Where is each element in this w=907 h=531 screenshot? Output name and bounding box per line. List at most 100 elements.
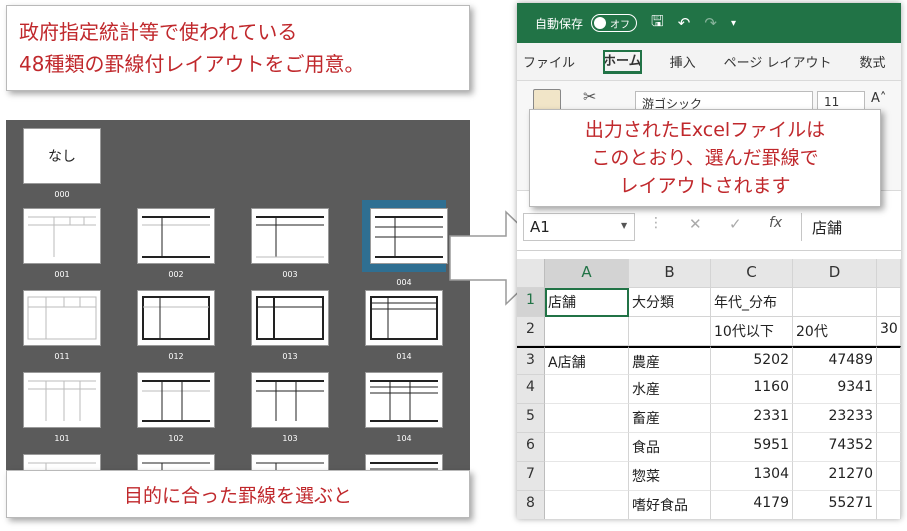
row-header[interactable]: 8 xyxy=(517,491,545,519)
column-header-e[interactable] xyxy=(877,259,901,288)
undo-icon[interactable]: ↶ xyxy=(678,14,691,32)
layout-option-000[interactable]: なし 000 xyxy=(21,128,103,199)
cell-d8[interactable]: 55271 xyxy=(793,491,877,519)
cell-c3[interactable]: 5202 xyxy=(711,346,793,375)
customize-toolbar-icon[interactable]: ▾ xyxy=(731,18,736,29)
increase-font-icon[interactable]: A˄ xyxy=(871,91,886,106)
cell-b4[interactable]: 水産 xyxy=(629,375,711,404)
cell-b6[interactable]: 食品 xyxy=(629,433,711,462)
tab-insert[interactable]: 挿入 xyxy=(670,52,696,71)
layout-option-001[interactable]: 001 xyxy=(21,208,103,279)
cut-icon[interactable]: ✂ xyxy=(583,87,596,106)
cell-d3[interactable]: 47489 xyxy=(793,346,877,375)
cell-d1[interactable] xyxy=(793,288,877,317)
layout-code: 013 xyxy=(282,352,298,361)
cell-e3[interactable] xyxy=(877,346,901,375)
cell-d7[interactable]: 21270 xyxy=(793,462,877,491)
tab-home[interactable]: ホーム xyxy=(603,49,642,74)
tab-formulas[interactable]: 数式 xyxy=(860,52,886,71)
enter-icon[interactable]: ✓ xyxy=(729,215,742,233)
formula-input[interactable]: 店舗 xyxy=(801,213,901,241)
cell-c4[interactable]: 1160 xyxy=(711,375,793,404)
layout-thumbnail xyxy=(365,372,443,428)
table-row: 3 A店舗 農産 5202 47489 xyxy=(517,346,901,375)
layout-code: 102 xyxy=(168,434,184,443)
column-header-c[interactable]: C xyxy=(711,259,793,288)
top-callout-line2: 48種類の罫線付レイアウトをご用意。 xyxy=(19,52,365,76)
cell-a1[interactable]: 店舗 xyxy=(545,288,629,317)
cell-b5[interactable]: 畜産 xyxy=(629,404,711,433)
row-header[interactable]: 2 xyxy=(517,317,545,346)
layout-option-004-selected[interactable]: 004 xyxy=(362,200,448,287)
layout-option-012[interactable]: 012 xyxy=(135,290,217,361)
autosave-toggle[interactable]: オフ xyxy=(591,14,638,32)
layout-option-104[interactable]: 104 xyxy=(363,372,445,443)
cell-b8[interactable]: 嗜好食品 xyxy=(629,491,711,519)
column-header-a[interactable]: A xyxy=(545,259,629,288)
cell-a6[interactable] xyxy=(545,433,629,462)
layout-option-011[interactable]: 011 xyxy=(21,290,103,361)
cell-a5[interactable] xyxy=(545,404,629,433)
toggle-knob xyxy=(594,17,607,29)
cell-a8[interactable] xyxy=(545,491,629,519)
layout-code: 104 xyxy=(396,434,412,443)
cell-e8[interactable] xyxy=(877,491,901,519)
cell-a4[interactable] xyxy=(545,375,629,404)
select-all-corner[interactable] xyxy=(517,259,545,288)
row-header[interactable]: 4 xyxy=(517,375,545,404)
cell-d4[interactable]: 9341 xyxy=(793,375,877,404)
cell-b3[interactable]: 農産 xyxy=(629,346,711,375)
layout-option-102[interactable]: 102 xyxy=(135,372,217,443)
cell-d6[interactable]: 74352 xyxy=(793,433,877,462)
cell-e6[interactable] xyxy=(877,433,901,462)
cell-e2[interactable]: 30 xyxy=(877,317,901,346)
cell-e5[interactable] xyxy=(877,404,901,433)
table-row: 6 食品 5951 74352 xyxy=(517,433,901,462)
cell-a7[interactable] xyxy=(545,462,629,491)
table-row: 5 畜産 2331 23233 xyxy=(517,404,901,433)
excel-window: 自動保存 オフ 🖫 ↶ ↷ ▾ ファイル ホーム 挿入 ページ レイアウト 数式… xyxy=(517,3,901,519)
tab-page-layout[interactable]: ページ レイアウト xyxy=(724,52,832,71)
column-header-b[interactable]: B xyxy=(629,259,711,288)
chevron-down-icon[interactable]: ▼ xyxy=(621,221,627,230)
cell-d5[interactable]: 23233 xyxy=(793,404,877,433)
layout-option-003[interactable]: 003 xyxy=(249,208,331,279)
layout-code: 011 xyxy=(54,352,70,361)
cell-c1[interactable]: 年代_分布 xyxy=(711,288,793,317)
cell-b1[interactable]: 大分類 xyxy=(629,288,711,317)
layout-thumbnail xyxy=(23,372,101,428)
excel-callout-line1: 出力されたExcelファイルは xyxy=(584,119,826,141)
layout-option-014[interactable]: 014 xyxy=(363,290,445,361)
cell-e1[interactable] xyxy=(877,288,901,317)
cell-c5[interactable]: 2331 xyxy=(711,404,793,433)
cell-c8[interactable]: 4179 xyxy=(711,491,793,519)
redo-icon[interactable]: ↷ xyxy=(704,14,717,32)
row-header[interactable]: 6 xyxy=(517,433,545,462)
row-header[interactable]: 7 xyxy=(517,462,545,491)
row-header[interactable]: 5 xyxy=(517,404,545,433)
layout-option-013[interactable]: 013 xyxy=(249,290,331,361)
insert-function-icon[interactable]: fx xyxy=(769,215,782,231)
save-icon[interactable]: 🖫 xyxy=(651,11,664,36)
cell-e4[interactable] xyxy=(877,375,901,404)
layout-option-103[interactable]: 103 xyxy=(249,372,331,443)
cell-a2[interactable] xyxy=(545,317,629,346)
column-header-d[interactable]: D xyxy=(793,259,877,288)
cancel-icon[interactable]: ✕ xyxy=(689,215,702,233)
cell-a3[interactable]: A店舗 xyxy=(545,346,629,375)
row-header[interactable]: 3 xyxy=(517,346,545,375)
row-header[interactable]: 1 xyxy=(517,288,545,317)
name-box[interactable]: A1 xyxy=(523,213,635,241)
tab-file[interactable]: ファイル xyxy=(523,52,575,71)
cell-c6[interactable]: 5951 xyxy=(711,433,793,462)
cell-c2[interactable]: 10代以下 xyxy=(711,317,793,346)
layout-option-002[interactable]: 002 xyxy=(135,208,217,279)
layout-thumbnail-none: なし xyxy=(23,128,101,184)
separator-icon: ⋮ xyxy=(649,215,663,231)
cell-b2[interactable] xyxy=(629,317,711,346)
cell-c7[interactable]: 1304 xyxy=(711,462,793,491)
cell-e7[interactable] xyxy=(877,462,901,491)
cell-d2[interactable]: 20代 xyxy=(793,317,877,346)
cell-b7[interactable]: 惣菜 xyxy=(629,462,711,491)
layout-option-101[interactable]: 101 xyxy=(21,372,103,443)
